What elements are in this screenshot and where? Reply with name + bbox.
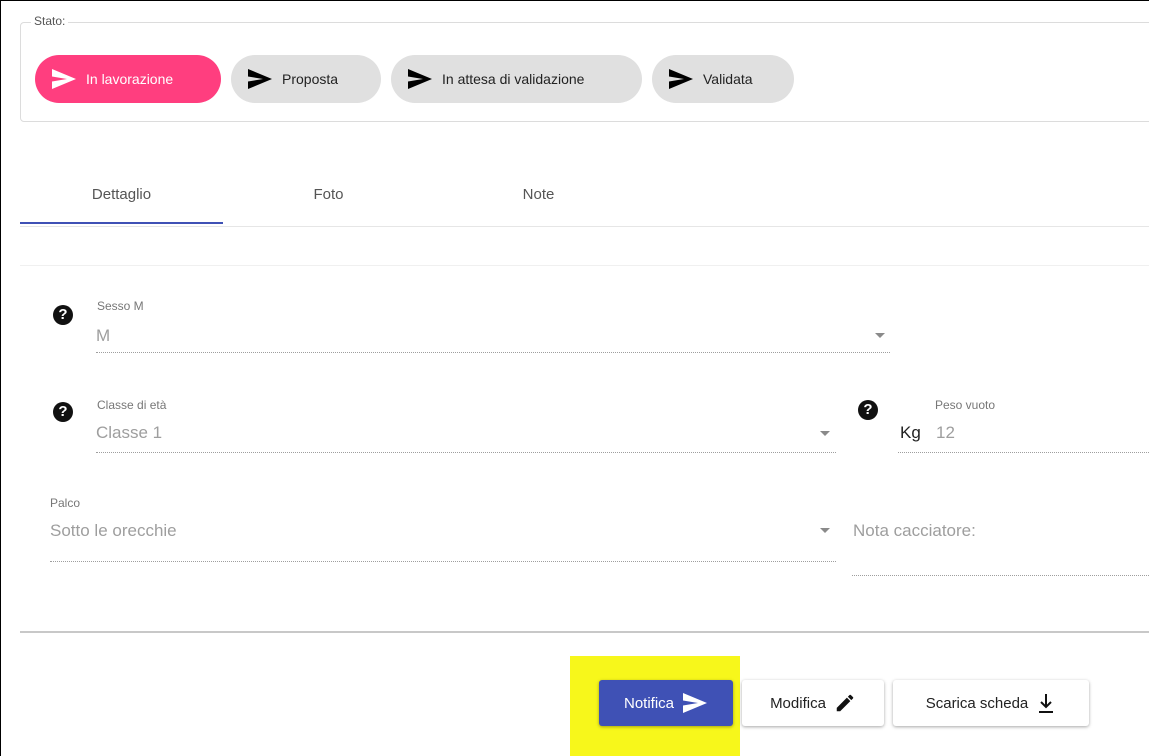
section-divider [20,265,1149,266]
nota-underline [852,575,1149,576]
modifica-button[interactable]: Modifica [742,680,884,726]
peso-input[interactable]: 12 [936,423,955,443]
tab-foto[interactable]: Foto [227,170,430,224]
chip-proposta[interactable]: Proposta [231,55,381,103]
notifica-label: Notifica [623,694,675,712]
chip-label: In lavorazione [86,71,174,87]
chip-in-lavorazione[interactable]: In lavorazione [35,55,221,103]
palco-underline [50,561,836,562]
tab-indicator [20,222,223,224]
edit-icon [836,694,854,712]
palco-label: Palco [50,496,81,510]
modifica-label: Modifica [770,694,826,712]
chip-validata[interactable]: Validata [652,55,794,103]
scarica-label: Scarica scheda [925,694,1029,712]
notifica-button[interactable]: Notifica [599,680,733,726]
tab-dettaglio[interactable]: Dettaglio [20,170,223,224]
chevron-down-icon[interactable] [820,528,830,533]
peso-underline [898,452,1149,453]
help-icon[interactable]: ? [53,305,73,325]
sesso-underline [96,352,890,353]
sesso-select[interactable]: M [96,326,110,346]
stato-legend: Stato: [31,14,69,28]
help-icon[interactable]: ? [53,402,73,422]
chevron-down-icon[interactable] [875,333,885,338]
scarica-scheda-button[interactable]: Scarica scheda [893,680,1089,726]
chip-in-attesa-di-validazione[interactable]: In attesa di validazione [391,55,642,103]
classe-label: Classe di età [97,398,167,412]
sesso-label: Sesso M [97,299,144,313]
palco-select[interactable]: Sotto le orecchie [50,521,177,541]
send-icon [248,69,272,89]
peso-label: Peso vuoto [935,398,996,412]
tab-note[interactable]: Note [437,170,640,224]
send-icon [408,69,432,89]
help-icon[interactable]: ? [858,400,878,420]
chip-label: Validata [703,71,753,87]
tab-bar: Dettaglio Foto Note [20,170,1149,227]
chip-label: Proposta [282,71,339,87]
actions-divider [20,631,1149,633]
nota-cacciatore-input[interactable]: Nota cacciatore: [853,521,976,541]
chevron-down-icon[interactable] [820,431,830,436]
chip-label: In attesa di validazione [442,71,585,87]
send-icon [669,69,693,89]
send-icon [683,693,708,713]
peso-unit: Kg [900,423,921,442]
classe-select[interactable]: Classe 1 [96,423,162,443]
download-icon [1039,694,1054,713]
send-icon [52,69,76,89]
classe-underline [96,452,836,453]
